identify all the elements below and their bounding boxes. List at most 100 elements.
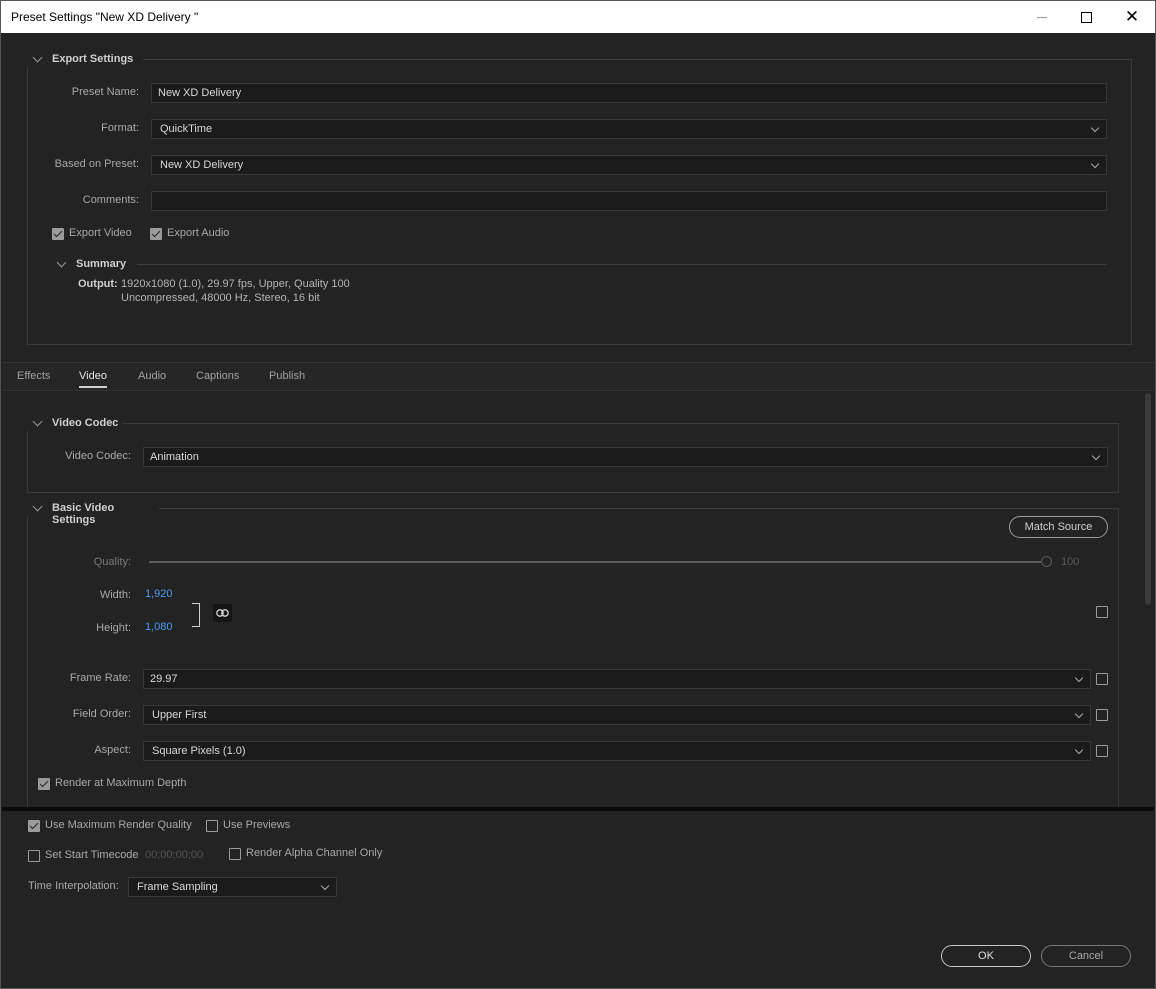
basic-video-title: Basic Video Settings	[52, 502, 115, 526]
link-icon	[216, 609, 229, 617]
chevron-down-icon	[32, 501, 43, 512]
cancel-button[interactable]: Cancel	[1041, 945, 1131, 967]
time-interpolation-value: Frame Sampling	[137, 881, 218, 893]
height-value[interactable]: 1,080	[145, 621, 173, 633]
basic-video-panel	[27, 508, 1119, 809]
frame-rate-label: Frame Rate:	[69, 672, 131, 684]
comments-label: Comments:	[82, 194, 139, 206]
summary-divider	[137, 264, 1107, 265]
start-timecode-value[interactable]: 00;00;00;00	[145, 849, 203, 861]
summary-title: Summary	[76, 258, 127, 270]
preset-settings-dialog: Preset Settings "New XD Delivery " ✕ Exp…	[0, 0, 1156, 989]
render-alpha-label: Render Alpha Channel Only	[246, 847, 383, 859]
video-codec-dropdown[interactable]: Animation	[143, 447, 1108, 467]
export-settings-title: Export Settings	[52, 53, 134, 65]
close-icon: ✕	[1124, 6, 1140, 27]
aspect-label: Aspect:	[94, 744, 131, 756]
maximize-button[interactable]	[1063, 1, 1109, 33]
time-interpolation-label: Time Interpolation:	[28, 880, 119, 892]
preset-name-input[interactable]: New XD Delivery	[151, 83, 1107, 103]
summary-output-line2: Uncompressed, 48000 Hz, Stereo, 16 bit	[121, 292, 320, 304]
maximize-icon	[1080, 11, 1092, 23]
link-dimensions-button[interactable]	[213, 604, 232, 622]
use-previews-label: Use Previews	[223, 819, 291, 831]
aspect-dropdown[interactable]: Square Pixels (1.0)	[143, 741, 1091, 761]
dimensions-override-checkbox[interactable]	[1096, 606, 1108, 618]
use-max-render-quality-checkbox[interactable]	[28, 820, 40, 832]
render-max-depth-checkbox[interactable]	[38, 778, 50, 790]
render-max-depth-label: Render at Maximum Depth	[55, 777, 187, 789]
based-on-preset-value: New XD Delivery	[160, 159, 244, 171]
video-codec-title: Video Codec	[52, 417, 119, 429]
frame-rate-dropdown[interactable]: 29.97	[143, 669, 1091, 689]
export-audio-label: Export Audio	[167, 227, 230, 239]
ok-button[interactable]: OK	[941, 945, 1031, 967]
chevron-down-icon	[1074, 745, 1084, 755]
tab-publish[interactable]: Publish	[269, 370, 305, 382]
frame-rate-override-checkbox[interactable]	[1096, 673, 1108, 685]
chevron-down-icon	[1090, 123, 1100, 133]
summary-header[interactable]: Summary	[55, 257, 135, 272]
tab-bar	[2, 362, 1154, 391]
title-bar: Preset Settings "New XD Delivery " ✕	[1, 1, 1155, 33]
scrollbar[interactable]	[1143, 391, 1153, 807]
based-on-preset-label: Based on Preset:	[54, 158, 139, 170]
quality-value: 100	[1061, 556, 1080, 568]
video-codec-value: Animation	[150, 451, 199, 463]
video-codec-label: Video Codec:	[65, 450, 131, 462]
chevron-down-icon	[56, 257, 67, 268]
dimension-link-bracket	[192, 603, 200, 627]
format-value: QuickTime	[160, 123, 213, 135]
based-on-preset-dropdown[interactable]: New XD Delivery	[151, 155, 1107, 175]
format-label: Format:	[101, 122, 139, 134]
export-settings-header[interactable]: Export Settings	[23, 52, 143, 67]
width-value[interactable]: 1,920	[145, 588, 173, 600]
close-button[interactable]: ✕	[1109, 1, 1155, 33]
tab-audio[interactable]: Audio	[138, 370, 166, 382]
time-interpolation-dropdown[interactable]: Frame Sampling	[128, 877, 337, 897]
field-order-value: Upper First	[152, 709, 207, 721]
quality-slider-fill	[149, 561, 1041, 563]
quality-label: Quality:	[93, 556, 131, 568]
aspect-override-checkbox[interactable]	[1096, 745, 1108, 757]
aspect-value: Square Pixels (1.0)	[152, 745, 246, 757]
chevron-down-icon	[320, 881, 330, 891]
preset-name-label: Preset Name:	[71, 86, 139, 98]
chevron-down-icon	[1074, 709, 1084, 719]
summary-output-line1: 1920x1080 (1.0), 29.97 fps, Upper, Quali…	[121, 278, 350, 290]
field-order-label: Field Order:	[72, 708, 131, 720]
chevron-down-icon	[1091, 451, 1101, 461]
video-codec-header[interactable]: Video Codec	[23, 416, 123, 431]
use-max-render-quality-label: Use Maximum Render Quality	[45, 819, 192, 831]
chevron-down-icon	[32, 416, 43, 427]
set-start-timecode-checkbox[interactable]	[28, 850, 40, 862]
quality-slider-thumb[interactable]	[1040, 556, 1052, 567]
export-video-label: Export Video	[69, 227, 132, 239]
chevron-down-icon	[1074, 673, 1084, 683]
width-label: Width:	[99, 589, 131, 601]
height-label: Height:	[96, 622, 131, 634]
render-alpha-checkbox[interactable]	[229, 848, 241, 860]
summary-output-label: Output:	[78, 278, 118, 290]
field-order-override-checkbox[interactable]	[1096, 709, 1108, 721]
use-previews-checkbox[interactable]	[206, 820, 218, 832]
field-order-dropdown[interactable]: Upper First	[143, 705, 1091, 725]
export-video-checkbox[interactable]	[52, 228, 64, 240]
footer-divider	[2, 807, 1154, 811]
comments-input[interactable]	[151, 191, 1107, 211]
chevron-down-icon	[32, 52, 43, 63]
minimize-button[interactable]	[1019, 1, 1065, 33]
set-start-timecode-label: Set Start Timecode	[45, 849, 139, 861]
export-audio-checkbox[interactable]	[150, 228, 162, 240]
tab-effects[interactable]: Effects	[17, 370, 50, 382]
format-dropdown[interactable]: QuickTime	[151, 119, 1107, 139]
match-source-button[interactable]: Match Source	[1009, 516, 1108, 538]
scrollbar-thumb[interactable]	[1145, 393, 1151, 605]
basic-video-header[interactable]: Basic Video Settings	[23, 501, 159, 526]
chevron-down-icon	[1090, 159, 1100, 169]
minimize-icon	[1037, 16, 1047, 18]
tab-video[interactable]: Video	[79, 370, 107, 388]
tab-captions[interactable]: Captions	[196, 370, 239, 382]
frame-rate-value: 29.97	[150, 673, 178, 685]
window-title: Preset Settings "New XD Delivery "	[11, 10, 199, 24]
